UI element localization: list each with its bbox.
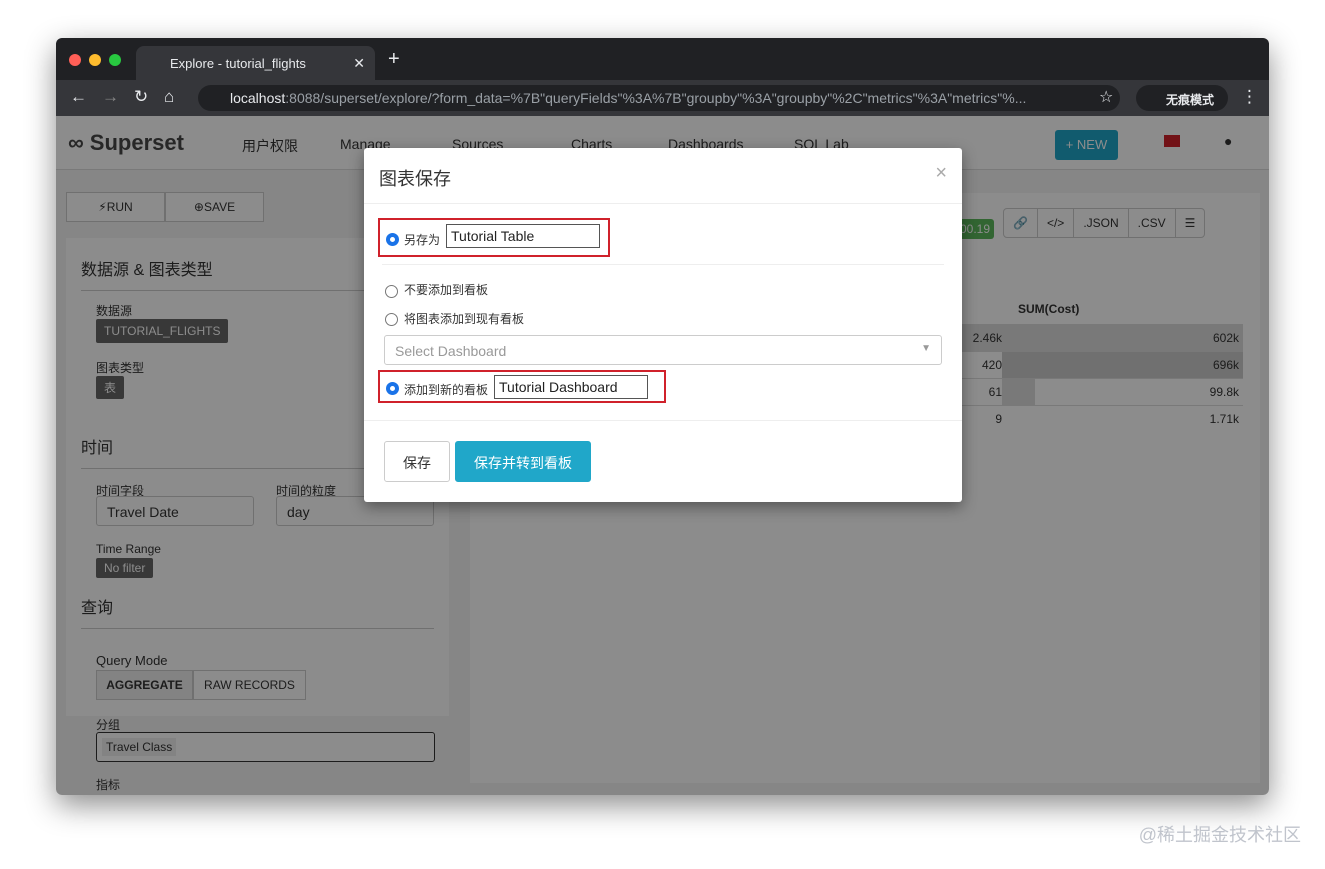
back-icon[interactable]: ← [70, 87, 87, 107]
url-path: :8088/superset/explore/?form_data=%7B"qu… [285, 90, 1027, 106]
save-chart-modal: 图表保存 × 另存为 Tutorial Table 不要添加到看板 将图表添加到… [364, 148, 962, 502]
divider [382, 264, 944, 265]
browser-tab[interactable]: Explore - tutorial_flights ✕ [136, 46, 375, 80]
existing-dashboard-label: 将图表添加到现有看板 [404, 312, 525, 326]
reload-icon[interactable]: ↻ [134, 87, 148, 107]
url-host: localhost [230, 90, 286, 106]
title-bar: Explore - tutorial_flights ✕ + [56, 38, 1269, 80]
no-dashboard-label: 不要添加到看板 [404, 283, 489, 297]
chart-name-input[interactable]: Tutorial Table [446, 224, 600, 248]
browser-window: Explore - tutorial_flights ✕ + ← → ↻ ⌂ lo… [56, 38, 1269, 795]
incognito-label: 无痕模式 [1166, 93, 1215, 107]
save-button[interactable]: 保存 [384, 441, 450, 482]
home-icon[interactable]: ⌂ [164, 87, 174, 107]
url-input[interactable]: localhost:8088/superset/explore/?form_da… [198, 85, 1120, 111]
close-tab-icon[interactable]: ✕ [353, 55, 365, 72]
save-as-label: 另存为 [404, 233, 441, 247]
select-placeholder: Select Dashboard [395, 343, 507, 359]
save-as-radio[interactable] [386, 233, 399, 246]
save-and-go-button[interactable]: 保存并转到看板 [455, 441, 591, 482]
minimize-window-button[interactable] [89, 54, 101, 66]
close-window-button[interactable] [69, 54, 81, 66]
new-tab-button[interactable]: + [388, 48, 400, 71]
select-dashboard-dropdown[interactable]: Select Dashboard ▼ [384, 335, 942, 365]
menu-dots-icon[interactable]: ⋮ [1241, 87, 1258, 107]
existing-dashboard-radio[interactable] [385, 313, 398, 326]
close-icon[interactable]: × [935, 162, 947, 185]
address-bar-row: ← → ↻ ⌂ localhost:8088/superset/explore/… [56, 80, 1269, 116]
new-dashboard-radio[interactable] [386, 382, 399, 395]
no-dashboard-radio[interactable] [385, 285, 398, 298]
dropdown-arrow-icon: ▼ [921, 343, 931, 354]
watermark: @稀土掘金技术社区 [1138, 825, 1301, 845]
new-dashboard-input[interactable]: Tutorial Dashboard [494, 375, 648, 399]
modal-title: 图表保存 [364, 148, 962, 204]
incognito-badge[interactable]: 无痕模式 [1136, 85, 1228, 111]
divider [364, 420, 962, 421]
new-dashboard-label: 添加到新的看板 [404, 383, 489, 397]
bookmark-star-icon[interactable]: ☆ [1099, 87, 1113, 107]
forward-icon[interactable]: → [102, 87, 119, 107]
maximize-window-button[interactable] [109, 54, 121, 66]
tab-title: Explore - tutorial_flights [170, 56, 306, 71]
